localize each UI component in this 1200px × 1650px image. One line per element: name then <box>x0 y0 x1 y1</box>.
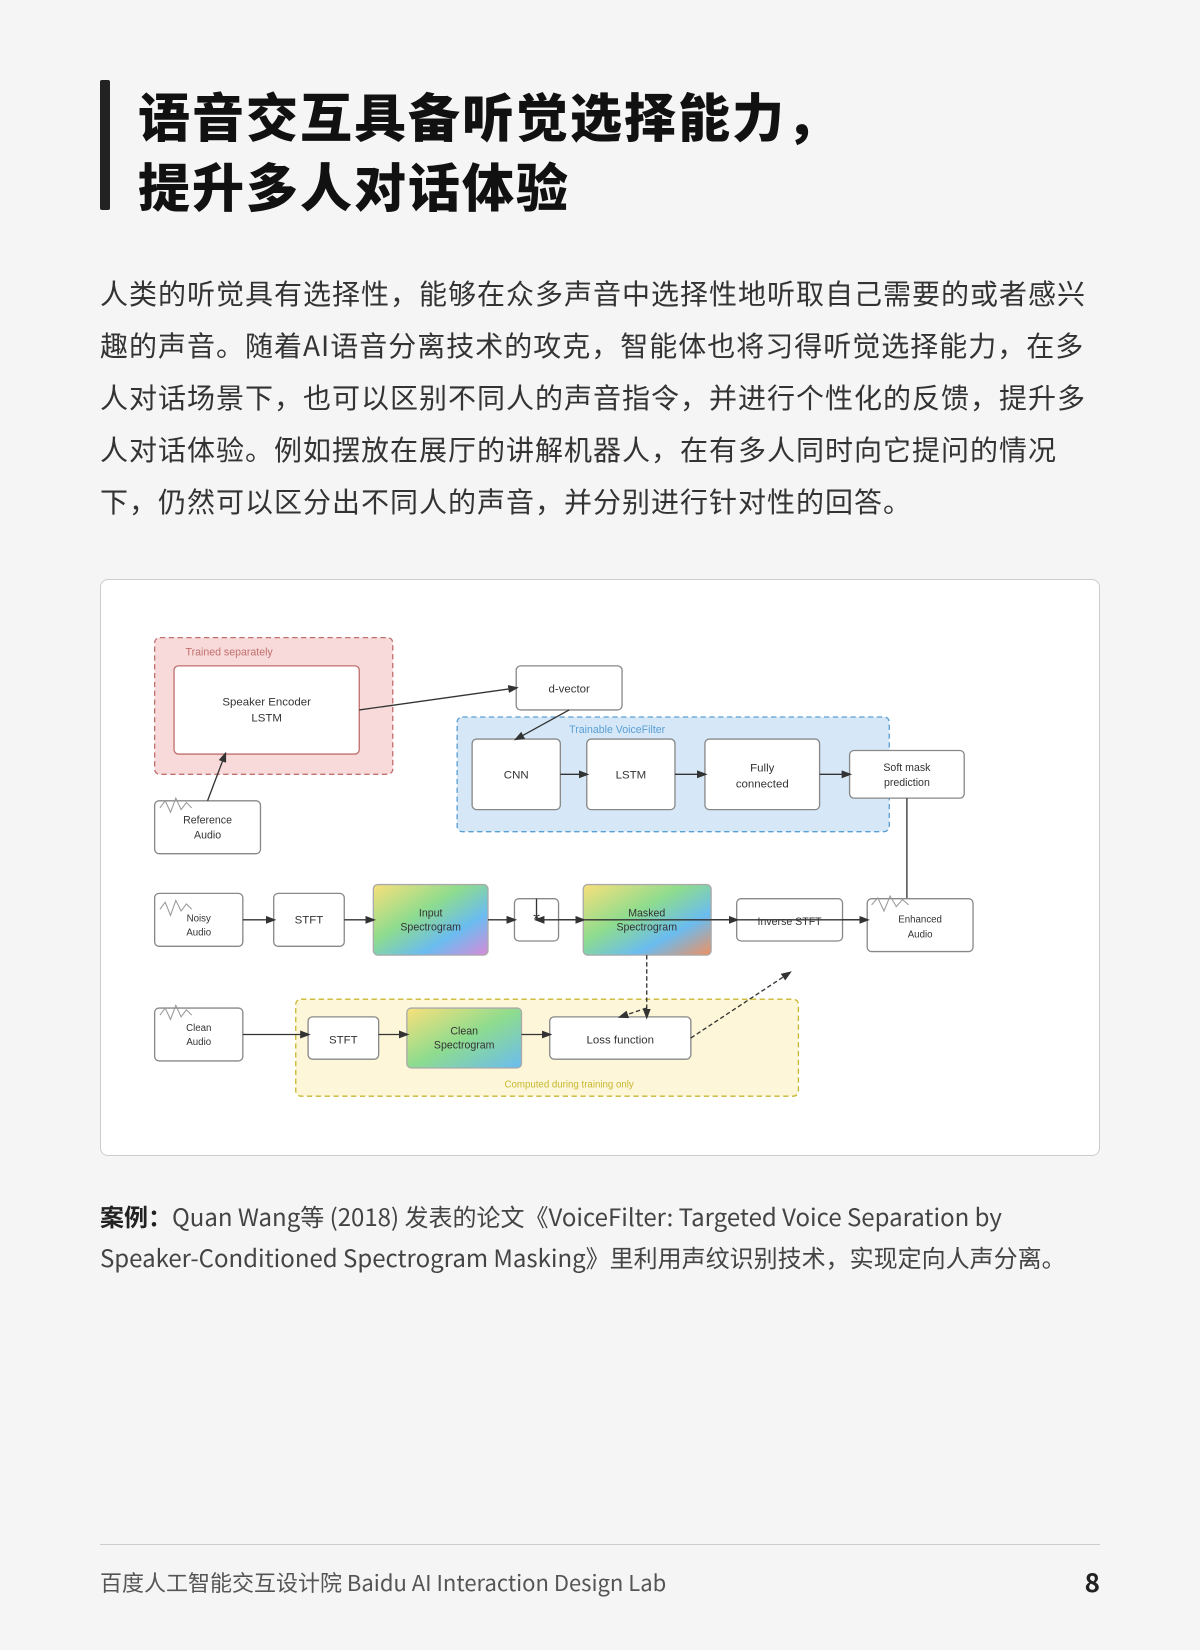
clean-spec-label-1: Clean <box>450 1026 478 1038</box>
title-bar <box>100 80 110 210</box>
clean-spec-label-2: Spectrogram <box>434 1040 495 1052</box>
cnn-label: CNN <box>504 770 529 782</box>
computed-during-label: Computed during training only <box>505 1080 634 1091</box>
footer-page: 8 <box>1085 1563 1100 1600</box>
masked-spec-label-2: Spectrogram <box>616 922 677 934</box>
trainable-voicefilter-label: Trainable VoiceFilter <box>569 724 666 736</box>
stft2-label: STFT <box>329 1035 358 1047</box>
input-spec-label-2: Spectrogram <box>400 922 461 934</box>
trained-separately-label: Trained separately <box>186 647 274 659</box>
page: 语音交互具备听觉选择能力，提升多人对话体验 人类的听觉具有选择性，能够在众多声音… <box>0 0 1200 1650</box>
body-text: 人类的听觉具有选择性，能够在众多声音中选择性地听取自己需要的或者感兴趣的声音。随… <box>100 268 1100 527</box>
caption: 案例：Quan Wang等 (2018) 发表的论文《VoiceFilter: … <box>100 1196 1100 1278</box>
footer-left: 百度人工智能交互设计院 Baidu AI Interaction Design … <box>100 1566 666 1598</box>
clean-audio-label-2: Audio <box>186 1037 211 1048</box>
soft-mask-label-2: prediction <box>884 777 930 789</box>
inverse-stft-label: Inverse STFT <box>758 916 823 928</box>
noisy-audio-label-1: Noisy <box>187 914 211 925</box>
masked-spec-label-1: Masked <box>628 908 665 920</box>
footer: 百度人工智能交互设计院 Baidu AI Interaction Design … <box>100 1544 1100 1600</box>
title-section: 语音交互具备听觉选择能力，提升多人对话体验 <box>100 80 1100 220</box>
page-title: 语音交互具备听觉选择能力，提升多人对话体验 <box>138 80 840 220</box>
caption-text: Quan Wang等 (2018) 发表的论文《VoiceFilter: Tar… <box>100 1198 1066 1274</box>
loss-function-label: Loss function <box>587 1035 655 1047</box>
fully-connected-label-2: connected <box>736 779 789 791</box>
lstm-label-1: LSTM <box>251 713 282 725</box>
speaker-encoder-label: Speaker Encoder <box>222 697 311 709</box>
d-vector-label: d-vector <box>548 684 590 696</box>
enhanced-audio-label-2: Audio <box>908 930 933 941</box>
fully-connected-label-1: Fully <box>750 763 774 775</box>
diagram-svg: Trained separately Speaker Encoder LSTM … <box>137 620 1063 1119</box>
clean-audio-label-1: Clean <box>186 1023 211 1034</box>
input-spec-label-1: Input <box>419 908 443 920</box>
caption-prefix: 案例： <box>100 1198 172 1233</box>
reference-audio-label-2: Audio <box>194 830 221 842</box>
diagram-container: Trained separately Speaker Encoder LSTM … <box>100 579 1100 1156</box>
soft-mask-label-1: Soft mask <box>883 762 931 774</box>
reference-audio-label-1: Reference <box>183 815 232 827</box>
enhanced-audio-label-1: Enhanced <box>898 915 942 926</box>
stft1-label: STFT <box>295 915 324 927</box>
noisy-audio-label-2: Audio <box>186 928 211 939</box>
lstm-label-2: LSTM <box>616 770 647 782</box>
